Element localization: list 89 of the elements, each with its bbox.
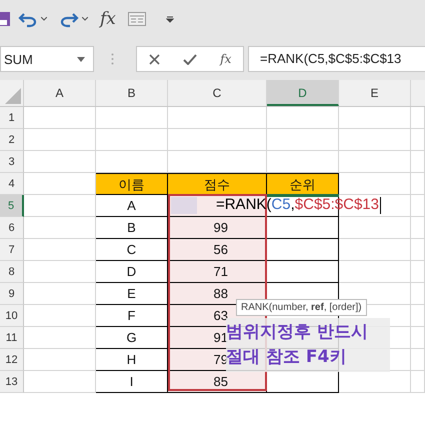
row-header[interactable]: 6 bbox=[0, 217, 24, 239]
table-cell: F bbox=[96, 305, 168, 327]
table-cell bbox=[24, 305, 96, 327]
table-cell: 순위 bbox=[267, 173, 339, 195]
table-cell: 이름 bbox=[96, 173, 168, 195]
table-cell bbox=[24, 217, 96, 239]
table-cell bbox=[411, 129, 425, 151]
table-cell bbox=[24, 349, 96, 371]
redo-icon[interactable] bbox=[59, 10, 79, 28]
table-cell bbox=[411, 327, 425, 349]
function-tooltip: RANK(number, ref, [order]) bbox=[236, 299, 367, 316]
save-icon[interactable] bbox=[0, 10, 12, 28]
table-cell: I bbox=[96, 371, 168, 393]
insert-function-button[interactable]: fx bbox=[100, 9, 122, 29]
table-cell bbox=[24, 371, 96, 393]
table-cell bbox=[411, 283, 425, 305]
active-cell-border bbox=[267, 194, 339, 197]
table-cell: E bbox=[96, 283, 168, 305]
row-header[interactable]: 1 bbox=[0, 107, 24, 129]
table-cell bbox=[411, 261, 425, 283]
drag-handle-icon[interactable] bbox=[111, 53, 114, 65]
table-cell bbox=[267, 107, 339, 129]
caret-icon[interactable] bbox=[41, 17, 47, 21]
table-cell bbox=[267, 239, 339, 261]
column-header[interactable]: D bbox=[267, 80, 339, 106]
table-cell bbox=[411, 239, 425, 261]
table-cell bbox=[24, 107, 96, 129]
name-box[interactable]: SUM bbox=[0, 46, 94, 72]
table-cell: 56 bbox=[168, 239, 267, 261]
table-cell bbox=[411, 305, 425, 327]
table-cell bbox=[411, 195, 425, 217]
table-cell bbox=[411, 217, 425, 239]
table-cell bbox=[267, 129, 339, 151]
row-header[interactable]: 7 bbox=[0, 239, 24, 261]
table-cell: 99 bbox=[168, 217, 267, 239]
table-cell bbox=[339, 261, 411, 283]
table-cell bbox=[411, 107, 425, 129]
table-cell bbox=[339, 173, 411, 195]
row-header[interactable]: 13 bbox=[0, 371, 24, 393]
table-cell bbox=[411, 173, 425, 195]
table-cell bbox=[339, 107, 411, 129]
column-header[interactable]: C bbox=[168, 80, 267, 106]
row-header[interactable]: 10 bbox=[0, 305, 24, 327]
table-cell: 점수 bbox=[168, 173, 267, 195]
table-cell bbox=[339, 239, 411, 261]
table-cell bbox=[24, 283, 96, 305]
table-cell bbox=[24, 239, 96, 261]
row-header[interactable]: 9 bbox=[0, 283, 24, 305]
reference-highlight bbox=[171, 197, 197, 214]
table-cell: A bbox=[96, 195, 168, 217]
table-cell bbox=[24, 129, 96, 151]
row-header[interactable]: 8 bbox=[0, 261, 24, 283]
undo-icon[interactable] bbox=[18, 10, 38, 28]
row-header[interactable]: 12 bbox=[0, 349, 24, 371]
customize-caret-icon[interactable] bbox=[166, 16, 174, 22]
row-header[interactable]: 5 bbox=[0, 195, 24, 217]
caret-icon[interactable] bbox=[82, 17, 88, 21]
formula-input[interactable]: =RANK(C5,$C$5:$C$13 bbox=[248, 46, 425, 72]
table-cell bbox=[339, 217, 411, 239]
table-cell bbox=[96, 107, 168, 129]
table-cell: H bbox=[96, 349, 168, 371]
annotation-text: 범위지정후 반드시 절대 참조 F4키 bbox=[226, 318, 390, 372]
cancel-icon[interactable] bbox=[148, 54, 160, 64]
column-header[interactable]: B bbox=[96, 80, 168, 106]
table-cell: G bbox=[96, 327, 168, 349]
table-cell bbox=[24, 327, 96, 349]
check-icon[interactable] bbox=[182, 54, 197, 64]
column-header[interactable]: A bbox=[24, 80, 96, 106]
table-cell bbox=[339, 129, 411, 151]
table-cell: D bbox=[96, 261, 168, 283]
dropdown-caret-icon[interactable] bbox=[77, 56, 85, 62]
table-cell bbox=[411, 371, 425, 393]
table-cell bbox=[24, 151, 96, 173]
table-cell: C bbox=[96, 239, 168, 261]
table-cell bbox=[411, 151, 425, 173]
table-cell bbox=[267, 217, 339, 239]
table-cell: 71 bbox=[168, 261, 267, 283]
insert-function-button[interactable]: fx bbox=[220, 52, 232, 66]
table-cell bbox=[24, 261, 96, 283]
column-header[interactable]: E bbox=[339, 80, 411, 106]
row-header[interactable]: 4 bbox=[0, 173, 24, 195]
table-cell bbox=[411, 349, 425, 371]
table-cell bbox=[96, 129, 168, 151]
row-header[interactable]: 11 bbox=[0, 327, 24, 349]
row-header[interactable]: 2 bbox=[0, 129, 24, 151]
table-cell: B bbox=[96, 217, 168, 239]
table-cell bbox=[24, 195, 96, 217]
table-cell bbox=[339, 151, 411, 173]
row-header[interactable]: 3 bbox=[0, 151, 24, 173]
